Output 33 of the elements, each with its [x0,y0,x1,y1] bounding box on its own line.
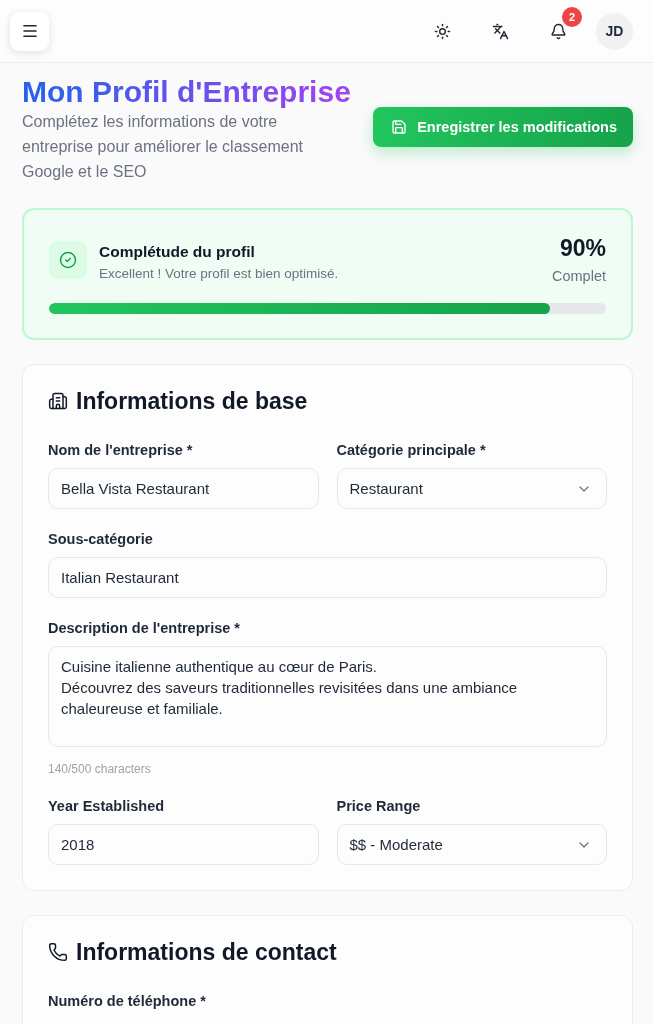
text-field[interactable]: 2018 [48,824,319,865]
field-label: Sous-catégorie [48,531,154,548]
field-label: Nom de l'entreprise * [48,442,194,459]
bell-icon [549,22,567,40]
select-field[interactable]: $$ - Moderate [336,824,607,865]
field-label: Price Range [336,798,422,815]
select-value: Restaurant [349,480,423,497]
completeness-message: Excellent ! Votre profil est bien optimisé. [99,266,339,281]
field-label: Description de l'entreprise * [48,620,241,637]
phone-icon [48,942,68,962]
description-field[interactable]: Cuisine italienne authentique au cœur de Paris. Découvrez des saveurs traditionnelles revisitées dans une ambiance chaleureuse et familiale. [48,646,607,747]
character-counter: 140/500 characters [48,762,152,776]
select-field[interactable]: Restaurant [336,468,607,509]
field-label: Numéro de téléphone * [48,993,207,1010]
section-title: Informations de contact [76,938,337,967]
text-field[interactable]: Italian Restaurant [48,557,607,598]
section-title: Informations de base [76,387,308,416]
building-icon [48,391,68,411]
save-icon [391,118,408,135]
menu-icon [20,22,39,40]
translate-icon [491,22,509,40]
completeness-label: Complet [552,268,606,284]
completeness-percent: 90% [559,235,606,262]
sun-icon [433,22,451,40]
menu-button[interactable] [10,11,49,51]
notification-count: 2 [562,7,582,27]
select-value: $$ - Moderate [349,836,443,853]
field-label: Catégorie principale * [336,442,487,459]
avatar-button[interactable]: JD [596,12,633,50]
completeness-title: Complétude du profil [99,243,256,261]
field-label: Year Established [48,798,166,815]
page-subtitle: Complétez les informations de votre entreprise pour améliorer le classement Google et le SEO [22,112,304,182]
text-field[interactable]: Bella Vista Restaurant [48,468,319,509]
